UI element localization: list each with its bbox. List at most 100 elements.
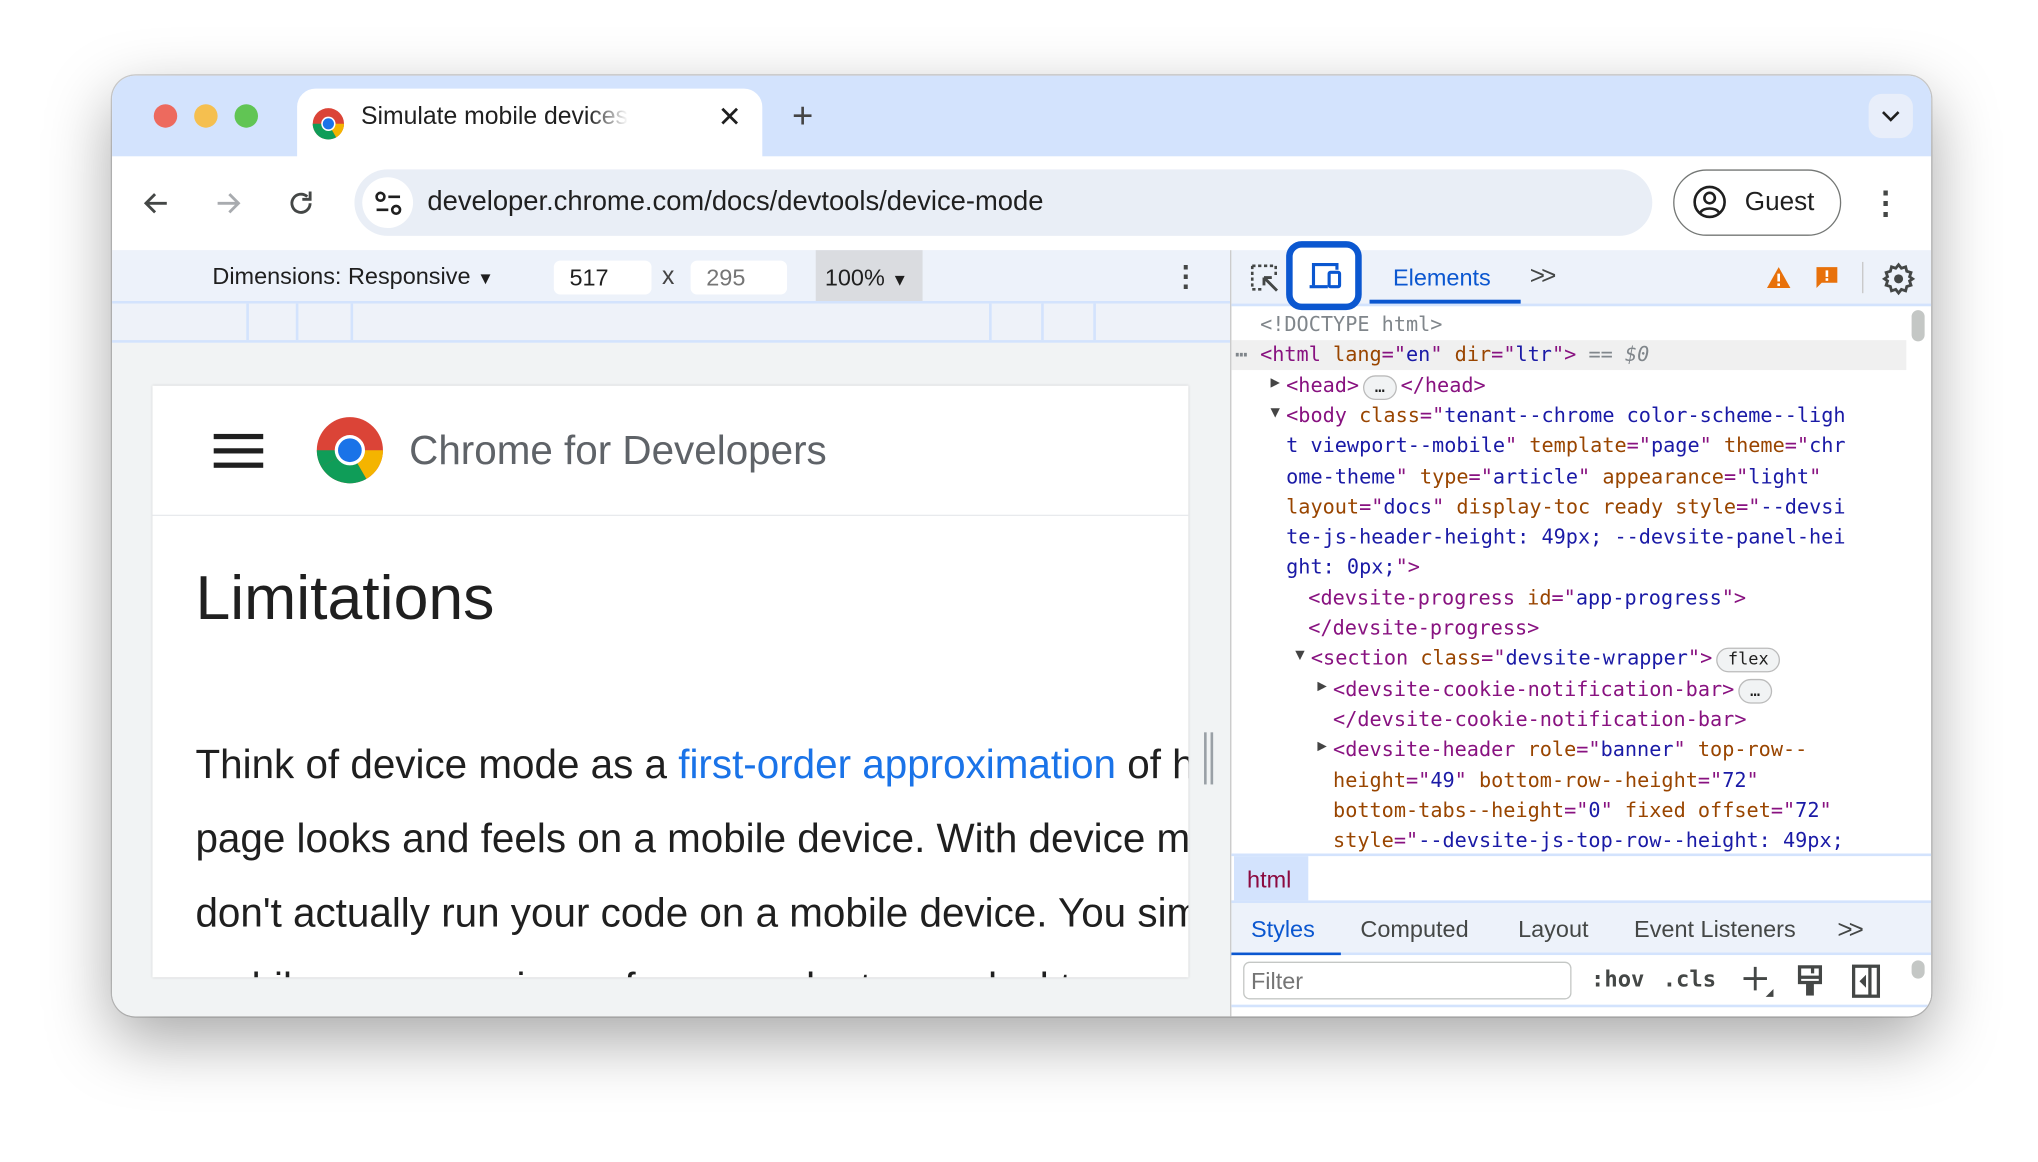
dom-token: tenant--chrome color-scheme--ligh [1444, 403, 1846, 428]
collapse-triangle-icon[interactable]: ▼ [1270, 403, 1279, 421]
dom-node-line[interactable]: ome-theme" type="article" appearance="li… [1286, 462, 1821, 492]
dom-node-line[interactable]: <body class="tenant--chrome color-scheme… [1286, 401, 1845, 431]
dom-token: =" [1381, 343, 1407, 367]
media-query-ruler[interactable] [112, 303, 1231, 343]
dom-token: =" [1564, 798, 1589, 822]
warning-icon[interactable] [1766, 266, 1792, 289]
tab-bar: Simulate mobile devices with Device Mode… [112, 75, 1932, 159]
hamburger-menu-icon[interactable] [213, 433, 264, 468]
collapse-triangle-icon[interactable]: ▼ [1295, 645, 1304, 663]
toggle-sidebar-icon[interactable] [1851, 964, 1881, 998]
dom-node-line[interactable]: height="49" bottom-row--height="72" [1333, 766, 1759, 796]
dom-token: " [1454, 768, 1480, 792]
dom-node-line[interactable]: <devsite-header role="banner" top-row-- [1333, 735, 1807, 765]
dom-token: <html [1260, 343, 1334, 367]
dom-node-line[interactable]: te-js-header-height: 49px; --devsite-pan… [1286, 523, 1845, 553]
dom-node-line[interactable]: </devsite-cookie-notification-bar> [1333, 705, 1746, 735]
node-actions-icon[interactable]: ⋯ [1235, 340, 1247, 370]
dom-token: =" [1576, 737, 1601, 762]
dom-node-line[interactable]: style="--devsite-js-top-row--height: 49p… [1333, 826, 1844, 853]
styles-more-tabs-icon[interactable]: >> [1837, 916, 1864, 946]
profile-button[interactable]: Guest [1673, 169, 1842, 236]
dom-token: " [1673, 737, 1698, 762]
styles-filter-input[interactable]: Filter [1243, 961, 1572, 1000]
device-toolbar-menu-icon[interactable]: ⋮ [1171, 259, 1200, 292]
tab-search-button[interactable] [1868, 93, 1913, 139]
maximize-window-button[interactable] [234, 104, 259, 128]
dom-token: =" [1393, 828, 1419, 853]
dom-token: layout [1286, 494, 1360, 519]
zoom-dropdown[interactable]: 100% ▼ [815, 250, 923, 302]
side-resize-handle[interactable] [1204, 732, 1214, 785]
toggle-device-toolbar-button[interactable] [1286, 241, 1362, 311]
styles-tab-event-listeners[interactable]: Event Listeners [1634, 916, 1796, 943]
dom-token: --devsite-js-top-row--height: 49px; [1418, 828, 1844, 853]
new-tab-icon[interactable]: + [786, 95, 820, 135]
browser-menu-icon[interactable]: ⋮ [1870, 185, 1901, 221]
dom-token: 0 [1588, 798, 1601, 822]
expand-triangle-icon[interactable]: ▶ [1317, 736, 1326, 754]
chrome-logo-icon[interactable] [314, 414, 386, 486]
hov-button[interactable]: :hov [1591, 967, 1644, 993]
dom-badge[interactable]: … [1363, 374, 1397, 400]
dom-badge[interactable]: flex [1716, 648, 1781, 673]
dom-token: =" [1626, 434, 1651, 458]
dimensions-dropdown[interactable]: Dimensions: Responsive ▼ [212, 263, 493, 290]
toolbar-divider [1862, 261, 1864, 294]
dom-token: </devsite-progress> [1308, 616, 1540, 640]
paragraph-text: of how your [1127, 741, 1188, 788]
tab-elements[interactable]: Elements [1369, 250, 1521, 304]
first-order-approximation-link[interactable]: first-order approximation [678, 741, 1116, 787]
close-window-button[interactable] [153, 104, 178, 128]
forward-icon[interactable] [212, 188, 243, 219]
styles-tab-layout[interactable]: Layout [1518, 916, 1588, 943]
issues-icon[interactable] [1815, 266, 1838, 289]
dom-node-line[interactable]: </devsite-progress> [1308, 614, 1539, 644]
styles-tab-styles[interactable]: Styles [1251, 916, 1315, 943]
dom-node-line[interactable]: <html lang="en" dir="ltr"> == $0 [1260, 340, 1649, 370]
address-bar[interactable]: developer.chrome.com/docs/devtools/devic… [354, 169, 1653, 236]
new-style-rule-icon[interactable] [1741, 964, 1775, 998]
cls-button[interactable]: .cls [1663, 967, 1716, 993]
minimize-window-button[interactable] [194, 104, 218, 128]
expand-triangle-icon[interactable]: ▶ [1270, 372, 1279, 390]
reload-icon[interactable] [285, 188, 316, 219]
dom-token: --devsi [1760, 494, 1846, 519]
dom-node-line[interactable]: t viewport--mobile" template="page" them… [1286, 432, 1845, 462]
back-icon[interactable] [141, 188, 172, 219]
dom-token: class [1359, 403, 1420, 428]
dom-node-line[interactable]: bottom-tabs--height="0" fixed offset="72… [1333, 796, 1832, 826]
dom-node-line[interactable]: <section class="devsite-wrapper"> flex [1311, 644, 1784, 674]
height-input[interactable]: 295 [690, 260, 788, 295]
dom-scrollbar[interactable] [1911, 310, 1925, 342]
site-title[interactable]: Chrome for Developers [409, 427, 827, 474]
styles-scrollbar[interactable] [1911, 960, 1925, 979]
dom-node-line[interactable]: ght: 0px;"> [1286, 553, 1420, 583]
dom-badge[interactable]: … [1738, 678, 1772, 704]
width-input[interactable]: 517 [553, 260, 652, 295]
dom-token: <section [1310, 646, 1421, 671]
site-settings-button[interactable] [362, 177, 414, 229]
tab-active[interactable]: Simulate mobile devices with Device Mode… [297, 88, 763, 159]
close-tab-icon[interactable]: ✕ [714, 100, 745, 133]
breadcrumb-html[interactable]: html [1234, 856, 1309, 901]
dom-node-line[interactable]: layout="docs" display-toc ready style="-… [1286, 492, 1845, 522]
dom-token: " [1578, 464, 1603, 488]
inspect-element-icon[interactable] [1250, 263, 1281, 294]
paint-brush-icon[interactable] [1797, 964, 1823, 998]
dom-node-line[interactable]: <devsite-progress id="app-progress"> [1308, 583, 1746, 613]
dom-tree[interactable]: <!DOCTYPE html> ⋯ <html lang="en" dir="ltr… [1231, 308, 1907, 854]
expand-triangle-icon[interactable]: ▶ [1317, 676, 1326, 694]
settings-gear-icon[interactable] [1881, 262, 1916, 296]
dom-token: == $0 [1576, 343, 1650, 367]
dom-node-line[interactable]: <head>… </head> [1286, 371, 1486, 401]
styles-tab-computed[interactable]: Computed [1360, 916, 1468, 943]
header-divider [152, 514, 1189, 517]
more-tabs-icon[interactable]: >> [1530, 262, 1557, 292]
dom-node-line[interactable]: <devsite-cookie-notification-bar>… [1333, 674, 1776, 704]
dom-node-line[interactable]: <!DOCTYPE html> [1260, 310, 1442, 340]
devtools-toolbar: Elements >> ⋮ ✕ [1231, 241, 1932, 311]
dom-token: =" [1697, 768, 1723, 792]
dom-token: role [1527, 737, 1577, 762]
dom-token: style [1333, 828, 1394, 853]
